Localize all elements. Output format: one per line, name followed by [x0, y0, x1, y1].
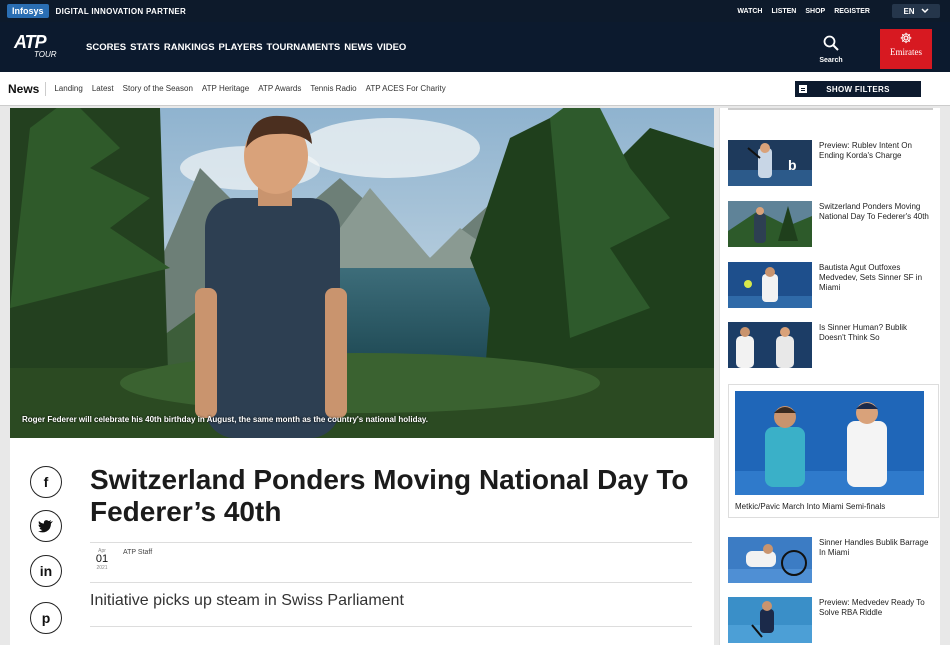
nav-scores[interactable]: SCORES [86, 42, 126, 53]
shop-link[interactable]: SHOP [805, 8, 825, 15]
language-label: EN [903, 6, 915, 16]
watch-link[interactable]: WATCH [737, 8, 762, 15]
divider [728, 108, 933, 110]
news-subnav: News Landing Latest Story of the Season … [0, 72, 950, 106]
sidebar-article-item[interactable]: Is Sinner Human? Bublik Doesn't Think So [728, 322, 933, 370]
atp-tour-logo[interactable]: ATP TOUR [14, 32, 57, 59]
pinterest-share-button[interactable]: p [30, 602, 62, 634]
divider [90, 542, 692, 543]
emirates-label: Emirates [890, 47, 922, 57]
sidebar-article-title: Bautista Agut Outfoxes Medvedev, Sets Si… [819, 263, 923, 292]
facebook-icon: f [43, 474, 49, 490]
chevron-down-icon [921, 8, 929, 14]
pinterest-icon: p [41, 610, 51, 626]
article-thumbnail: b [728, 140, 812, 186]
hero-landscape-illustration [10, 108, 714, 438]
infosys-logo[interactable]: Infosys [7, 4, 49, 18]
subnav-atp-aces[interactable]: ATP ACES For Charity [366, 84, 446, 93]
sidebar-article-item[interactable]: b Preview: Rublev Intent On Ending Korda… [728, 140, 933, 188]
divider [90, 582, 692, 583]
search-icon [823, 35, 839, 51]
hero-image[interactable]: Roger Federer will celebrate his 40th bi… [10, 108, 714, 438]
emirates-crest-icon: ☸ [899, 32, 913, 47]
sidebar-article-title: Is Sinner Human? Bublik Doesn't Think So [819, 323, 908, 342]
search-label: Search [819, 57, 843, 64]
nav-rankings[interactable]: RANKINGS [164, 42, 215, 53]
article-thumbnail [728, 322, 812, 368]
svg-text:b: b [788, 157, 797, 173]
subnav-atp-heritage[interactable]: ATP Heritage [202, 84, 249, 93]
sidebar-article-title: Preview: Rublev Intent On Ending Korda's… [819, 141, 912, 160]
primary-nav-links: SCORES STATS RANKINGS PLAYERS TOURNAMENT… [86, 22, 406, 72]
register-link[interactable]: REGISTER [834, 8, 870, 15]
article-thumbnail [728, 597, 812, 643]
article-author[interactable]: ATP Staff [123, 549, 152, 556]
subnav-story-of-season[interactable]: Story of the Season [123, 84, 193, 93]
nav-tournaments[interactable]: TOURNAMENTS [267, 42, 341, 53]
facebook-share-button[interactable]: f [30, 466, 62, 498]
subnav-tennis-radio[interactable]: Tennis Radio [310, 84, 356, 93]
search-button[interactable]: Search [815, 35, 847, 64]
show-filters-label: SHOW FILTERS [826, 84, 890, 94]
subnav-links: Landing Latest Story of the Season ATP H… [54, 84, 445, 93]
twitter-icon [38, 520, 53, 533]
related-news-sidebar: b Preview: Rublev Intent On Ending Korda… [719, 108, 940, 645]
linkedin-icon: in [39, 563, 53, 579]
subnav-latest[interactable]: Latest [92, 84, 114, 93]
twitter-share-button[interactable] [30, 510, 62, 542]
article-headline: Switzerland Ponders Moving National Day … [90, 464, 689, 527]
section-title[interactable]: News [8, 81, 47, 96]
subnav-landing[interactable]: Landing [54, 84, 82, 93]
subnav-atp-awards[interactable]: ATP Awards [258, 84, 301, 93]
top-utility-bar: Infosys DIGITAL INNOVATION PARTNER WATCH… [0, 0, 950, 22]
article-thumbnail [728, 537, 812, 583]
sidebar-article-item[interactable]: Switzerland Ponders Moving National Day … [728, 201, 933, 249]
logo-main: ATP [14, 32, 47, 52]
emirates-logo[interactable]: ☸ Emirates [880, 29, 932, 69]
featured-sidebar-article[interactable]: Metkic/Pavic March Into Miami Semi-final… [728, 384, 939, 518]
nav-video[interactable]: VIDEO [377, 42, 407, 53]
divider [90, 626, 692, 627]
filter-icon [797, 83, 809, 95]
sponsor-tagline: DIGITAL INNOVATION PARTNER [55, 6, 187, 16]
date-day: 01 [95, 553, 109, 565]
featured-article-image [735, 391, 924, 495]
logo-sub: TOUR [34, 50, 57, 59]
nav-stats[interactable]: STATS [130, 42, 160, 53]
linkedin-share-button[interactable]: in [30, 555, 62, 587]
sidebar-article-item[interactable]: Sinner Handles Bublik Barrage In Miami [728, 537, 933, 585]
language-selector[interactable]: EN [892, 4, 940, 18]
article-subtitle: Initiative picks up steam in Swiss Parli… [90, 592, 404, 609]
featured-article-caption: Metkic/Pavic March Into Miami Semi-final… [735, 502, 886, 511]
sidebar-article-item[interactable]: Preview: Medvedev Ready To Solve RBA Rid… [728, 597, 933, 645]
hero-caption: Roger Federer will celebrate his 40th bi… [22, 415, 428, 424]
nav-news[interactable]: NEWS [344, 42, 373, 53]
utility-links: WATCH LISTEN SHOP REGISTER [737, 0, 870, 22]
article-thumbnail [728, 201, 812, 247]
date-year: 2021 [96, 565, 108, 571]
sidebar-article-item[interactable]: Bautista Agut Outfoxes Medvedev, Sets Si… [728, 262, 933, 310]
listen-link[interactable]: LISTEN [771, 8, 796, 15]
article-date: Apr 01 2021 [94, 548, 110, 571]
main-navigation: ATP TOUR SCORES STATS RANKINGS PLAYERS T… [0, 22, 950, 72]
show-filters-button[interactable]: SHOW FILTERS [795, 81, 921, 97]
sidebar-article-title: Sinner Handles Bublik Barrage In Miami [819, 538, 929, 557]
article-main: Roger Federer will celebrate his 40th bi… [10, 108, 714, 645]
sidebar-article-title: Preview: Medvedev Ready To Solve RBA Rid… [819, 598, 925, 617]
sidebar-article-title: Switzerland Ponders Moving National Day … [819, 202, 929, 221]
article-thumbnail [728, 262, 812, 308]
nav-players[interactable]: PLAYERS [219, 42, 263, 53]
